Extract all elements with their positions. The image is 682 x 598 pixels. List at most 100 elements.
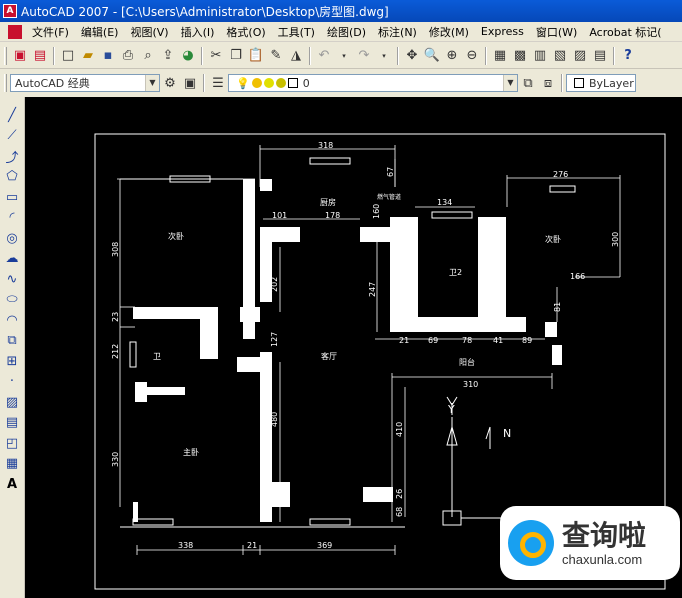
redo-icon[interactable]: ↷ [354,46,374,66]
menu-draw[interactable]: 绘图(D) [321,24,372,40]
publish-icon[interactable]: ⇪ [158,46,178,66]
ellipse-arc-icon[interactable]: ◠ [1,310,23,331]
copy-icon[interactable]: ❐ [226,46,246,66]
workspace-save-icon[interactable]: ▣ [180,73,200,93]
menu-edit[interactable]: 编辑(E) [75,24,125,40]
menu-insert[interactable]: 插入(I) [175,24,221,40]
draw-toolbar: ╱ ⟋ ⤴ ⬠ ▭ ◜ ◎ ☁ ∿ ⬭ ◠ ⧉ ⊞ · ▨ ▤ ◰ ▦ A [0,97,25,598]
block-editor-icon[interactable]: ◮ [286,46,306,66]
layers-toolbar: AutoCAD 经典 ▼ ⚙ ▣ ☰ 💡 0 ▼ ⧉ ⧈ ByLayer [0,70,682,96]
room-bathroom: 卫 [153,352,161,361]
dim-276: 276 [553,170,568,179]
markup-set-icon[interactable]: ▨ [570,46,590,66]
layer-manager-icon[interactable]: ☰ [208,73,228,93]
toolbar-separator [561,74,563,92]
dim-300: 300 [611,232,620,247]
document-menu-icon[interactable] [8,24,22,39]
paste-icon[interactable]: 📋 [246,46,266,66]
arc-icon[interactable]: ◜ [1,208,23,229]
dim-101: 101 [272,211,287,220]
freeze-icon [263,78,274,88]
region-icon[interactable]: ◰ [1,433,23,454]
layer-previous-icon[interactable]: ⧈ [538,73,558,93]
toolbar-separator [613,46,615,65]
pan-icon[interactable]: ✥ [402,46,422,66]
dim-202: 202 [270,277,279,292]
menu-file[interactable]: 文件(F) [26,24,75,40]
cut-icon[interactable]: ✂ [206,46,226,66]
lightbulb-icon: 💡 [236,76,250,90]
color-select[interactable]: ByLayer [566,74,636,92]
redo-dropdown-icon[interactable]: ▾ [374,46,394,66]
dim-127: 127 [270,332,279,347]
pdf-settings-icon[interactable]: ▤ [30,46,50,66]
chevron-down-icon: ▼ [145,75,159,91]
toolbar-separator [397,46,399,65]
north-arrow [485,426,491,449]
dim-69: 69 [428,336,438,345]
3d-dwf-icon[interactable]: ◕ [178,46,198,66]
insert-block-icon[interactable]: ⧉ [1,331,23,352]
menu-window[interactable]: 窗口(W) [530,24,583,40]
workspace-select[interactable]: AutoCAD 经典 ▼ [10,74,160,92]
autocad-app-icon[interactable]: A [3,4,17,18]
new-file-icon[interactable]: □ [58,46,78,66]
save-icon[interactable]: ▪ [98,46,118,66]
menu-modify[interactable]: 修改(M) [423,24,475,40]
undo-icon[interactable]: ↶ [314,46,334,66]
make-block-icon[interactable]: ⊞ [1,351,23,372]
point-icon[interactable]: · [1,372,23,393]
zoom-previous-icon[interactable]: ⊖ [462,46,482,66]
multiline-text-icon[interactable]: A [1,474,23,495]
layer-select[interactable]: 💡 0 ▼ [228,74,518,92]
zoom-window-icon[interactable]: ⊕ [442,46,462,66]
tool-palettes-icon[interactable]: ▥ [530,46,550,66]
polygon-icon[interactable]: ⬠ [1,167,23,188]
match-properties-icon[interactable]: ✎ [266,46,286,66]
sun-icon [251,78,262,88]
construction-line-icon[interactable]: ⟋ [1,126,23,147]
lock-icon [275,78,286,88]
menu-format[interactable]: 格式(O) [220,24,271,40]
properties-icon[interactable]: ▦ [490,46,510,66]
line-icon[interactable]: ╱ [1,105,23,126]
menu-view[interactable]: 视图(V) [124,24,174,40]
toolbar-separator [53,46,55,65]
dim-23: 23 [111,312,120,322]
spline-icon[interactable]: ∿ [1,269,23,290]
dim-26: 26 [395,489,404,499]
menu-express[interactable]: Express [475,25,530,38]
open-file-icon[interactable]: ▰ [78,46,98,66]
layer-value: 0 [302,76,310,90]
dim-67: 67 [386,167,395,177]
make-layer-current-icon[interactable]: ⧉ [518,73,538,93]
workspace-settings-icon[interactable]: ⚙ [160,73,180,93]
chevron-down-icon: ▼ [503,75,517,91]
ellipse-icon[interactable]: ⬭ [1,290,23,311]
revision-cloud-icon[interactable]: ☁ [1,249,23,270]
menu-tools[interactable]: 工具(T) [272,24,321,40]
gradient-icon[interactable]: ▤ [1,413,23,434]
zoom-realtime-icon[interactable]: 🔍 [422,46,442,66]
dim-86: 86 [553,349,562,359]
table-icon[interactable]: ▦ [1,454,23,475]
design-center-icon[interactable]: ▩ [510,46,530,66]
pdf-icon[interactable]: ▣ [10,46,30,66]
calculator-icon[interactable]: ▤ [590,46,610,66]
menu-acrobat[interactable]: Acrobat 标记( [583,24,667,40]
toolbar-grip[interactable] [4,74,7,92]
sheet-set-icon[interactable]: ▧ [550,46,570,66]
rectangle-icon[interactable]: ▭ [1,187,23,208]
help-icon[interactable]: ? [618,46,638,66]
hatch-icon[interactable]: ▨ [1,392,23,413]
plot-icon[interactable]: ⎙ [118,46,138,66]
watermark-cn: 查询啦 [562,518,647,552]
toolbar-grip[interactable] [4,46,7,65]
layer-state-icons: 💡 0 [233,77,310,90]
polyline-icon[interactable]: ⤴ [1,146,23,167]
circle-icon[interactable]: ◎ [1,228,23,249]
plot-preview-icon[interactable]: ⌕ [138,46,158,66]
menu-dimension[interactable]: 标注(N) [372,24,423,40]
dim-308: 308 [111,242,120,257]
undo-dropdown-icon[interactable]: ▾ [334,46,354,66]
